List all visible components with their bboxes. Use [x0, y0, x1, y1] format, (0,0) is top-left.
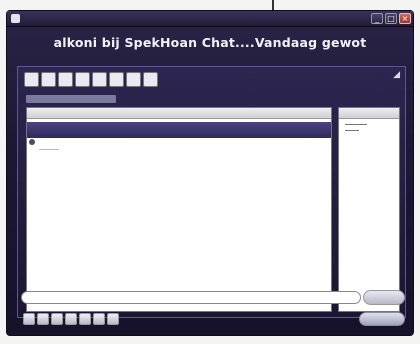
- app-icon: [11, 14, 20, 23]
- status-button[interactable]: [359, 312, 405, 326]
- message-list-header: [27, 108, 331, 119]
- bottom-tool-1[interactable]: [23, 313, 35, 325]
- toolbar-button-1[interactable]: [24, 72, 39, 87]
- bottom-tool-5[interactable]: [79, 313, 91, 325]
- bottom-tool-6[interactable]: [93, 313, 105, 325]
- selected-message-row[interactable]: [27, 122, 331, 138]
- send-button[interactable]: [363, 290, 405, 305]
- user-list-item[interactable]: [345, 124, 367, 125]
- row-marker-icon: [29, 139, 35, 145]
- toolbar-button-6[interactable]: [109, 72, 124, 87]
- channel-subheader: [26, 95, 116, 103]
- user-list-item[interactable]: [345, 130, 359, 131]
- title-bar[interactable]: _ □ ×: [7, 11, 413, 27]
- toolbar-button-2[interactable]: [41, 72, 56, 87]
- message-text-line: [39, 149, 59, 150]
- toolbar-button-5[interactable]: [92, 72, 107, 87]
- close-button[interactable]: ×: [399, 13, 411, 24]
- minimize-button[interactable]: _: [371, 13, 383, 24]
- bottom-tool-7[interactable]: [107, 313, 119, 325]
- message-list[interactable]: [26, 107, 332, 312]
- message-input[interactable]: [21, 291, 361, 304]
- toolbar-button-3[interactable]: [58, 72, 73, 87]
- bottom-tool-4[interactable]: [65, 313, 77, 325]
- user-list-header: [339, 108, 399, 119]
- toolbar-button-7[interactable]: [126, 72, 141, 87]
- bottom-tool-3[interactable]: [51, 313, 63, 325]
- toolbar-button-8[interactable]: [143, 72, 158, 87]
- chat-panel: ◢: [17, 66, 406, 318]
- toolbar-button-4[interactable]: [75, 72, 90, 87]
- maximize-button[interactable]: □: [385, 13, 397, 24]
- panel-options-icon[interactable]: ◢: [393, 70, 400, 80]
- bottom-tool-2[interactable]: [37, 313, 49, 325]
- chat-window: _ □ × alkoni bij SpekHoan Chat....Vandaa…: [6, 10, 414, 336]
- user-list[interactable]: [338, 107, 400, 312]
- screenshot-page: _ □ × alkoni bij SpekHoan Chat....Vandaa…: [0, 0, 420, 344]
- channel-title: alkoni bij SpekHoan Chat....Vandaag gewo…: [53, 35, 367, 50]
